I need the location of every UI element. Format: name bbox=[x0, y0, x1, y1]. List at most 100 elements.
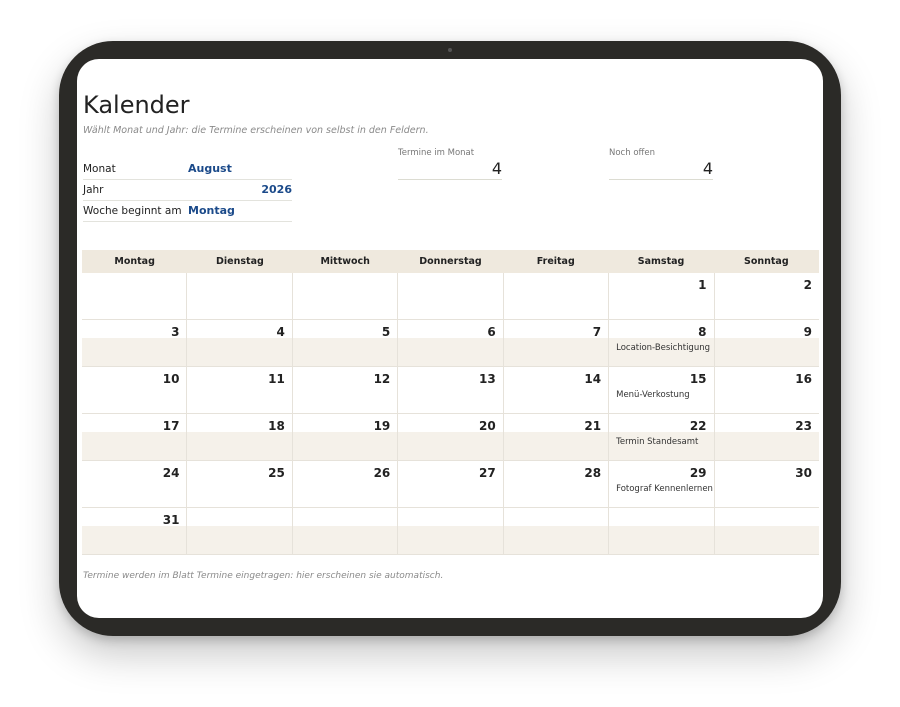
day-number: 30 bbox=[795, 466, 812, 480]
appointment-label[interactable]: Termin Standesamt bbox=[616, 437, 698, 447]
calendar-day-cell[interactable]: 28 bbox=[503, 461, 610, 508]
calendar-day-cell[interactable]: 4 bbox=[187, 320, 293, 367]
footer-note: Termine werden im Blatt Termine eingetra… bbox=[83, 571, 444, 581]
day-cell-band bbox=[504, 291, 608, 319]
day-number: 3 bbox=[171, 325, 180, 339]
open-label: Noch offen bbox=[609, 148, 655, 158]
calendar-week-row: 17 18 19 20 21 22 Termin Standesamt 23 bbox=[82, 414, 819, 461]
calendar-day-cell[interactable]: 3 bbox=[82, 320, 188, 367]
weekday-header-cell: Sonntag bbox=[744, 256, 789, 267]
calendar-day-cell[interactable] bbox=[714, 508, 819, 555]
open-count: 4 bbox=[609, 159, 713, 180]
calendar-day-cell[interactable] bbox=[609, 508, 715, 555]
calendar-body: 1 2 3 4 5 6 7 8 Location-Besichtigung 9 10 11 12 13 14… bbox=[82, 273, 819, 555]
calendar-day-cell[interactable] bbox=[503, 508, 610, 555]
day-cell-band bbox=[293, 479, 397, 507]
calendar-day-cell[interactable]: 11 bbox=[187, 367, 293, 414]
calendar-grid: Montag Dienstag Mittwoch Donnerstag Freitag S… bbox=[82, 250, 819, 555]
week-start-select[interactable]: Montag bbox=[188, 204, 235, 217]
day-number: 27 bbox=[478, 466, 496, 480]
calendar-day-cell[interactable] bbox=[292, 273, 399, 320]
day-number: 26 bbox=[373, 466, 391, 480]
calendar-day-cell[interactable]: 30 bbox=[714, 461, 819, 508]
day-number: 22 bbox=[689, 419, 707, 433]
day-cell-band bbox=[82, 432, 187, 460]
calendar-day-cell[interactable]: 2 bbox=[714, 273, 819, 320]
calendar-day-cell[interactable]: 17 bbox=[82, 414, 188, 461]
calendar-day-cell[interactable]: 7 bbox=[503, 320, 610, 367]
calendar-day-cell[interactable]: 26 bbox=[292, 461, 399, 508]
calendar-day-cell[interactable]: 9 bbox=[714, 320, 819, 367]
calendar-day-cell[interactable]: 14 bbox=[503, 367, 610, 414]
calendar-day-cell[interactable]: 18 bbox=[187, 414, 293, 461]
day-cell-band bbox=[292, 338, 398, 366]
calendar-day-cell[interactable] bbox=[398, 273, 504, 320]
calendar-day-cell[interactable] bbox=[187, 508, 293, 555]
day-number: 17 bbox=[162, 419, 180, 433]
calendar-day-cell[interactable]: 12 bbox=[292, 367, 399, 414]
calendar-day-cell[interactable]: 29 Fotograf Kennenlernen bbox=[609, 461, 715, 508]
calendar-day-cell[interactable]: 8 Location-Besichtigung bbox=[609, 320, 715, 367]
screen: Kalender Wählt Monat und Jahr: die Termi… bbox=[77, 59, 823, 618]
calendar-day-cell[interactable] bbox=[292, 508, 399, 555]
appointment-label[interactable]: Location-Besichtigung bbox=[616, 343, 710, 353]
calendar-day-cell[interactable]: 15 Menü-Verkostung bbox=[609, 367, 715, 414]
day-number: 7 bbox=[592, 325, 602, 339]
day-cell-band bbox=[187, 291, 291, 319]
day-cell-band bbox=[187, 338, 292, 366]
day-cell-band bbox=[82, 291, 186, 319]
calendar-day-cell[interactable]: 13 bbox=[398, 367, 504, 414]
day-number: 23 bbox=[795, 419, 812, 433]
month-select[interactable]: August bbox=[188, 162, 232, 175]
day-cell-band bbox=[398, 526, 503, 554]
calendar-day-cell[interactable]: 6 bbox=[398, 320, 504, 367]
day-cell-band bbox=[503, 338, 609, 366]
weekday-header: Montag Dienstag Mittwoch Donnerstag Freitag S… bbox=[82, 250, 819, 273]
day-cell-band bbox=[503, 432, 609, 460]
day-number: 31 bbox=[162, 513, 180, 527]
calendar-day-cell[interactable] bbox=[82, 273, 188, 320]
day-number: 24 bbox=[162, 466, 180, 480]
calendar-day-cell[interactable]: 20 bbox=[398, 414, 504, 461]
day-number: 9 bbox=[803, 325, 812, 339]
appointment-label[interactable]: Menü-Verkostung bbox=[616, 390, 690, 400]
day-number: 21 bbox=[584, 419, 602, 433]
calendar-week-row: 12 bbox=[82, 273, 819, 320]
calendar-day-cell[interactable]: 31 bbox=[82, 508, 188, 555]
page-subtitle: Wählt Monat und Jahr: die Termine ersche… bbox=[83, 125, 429, 136]
weekday-header-cell: Samstag bbox=[637, 256, 685, 267]
day-number: 25 bbox=[268, 466, 285, 480]
day-cell-band bbox=[714, 526, 819, 554]
calendar-day-cell[interactable]: 16 bbox=[714, 367, 819, 414]
day-cell-band bbox=[292, 526, 398, 554]
day-cell-band bbox=[293, 385, 397, 413]
year-input[interactable]: 2026 bbox=[261, 183, 292, 196]
calendar-day-cell[interactable] bbox=[503, 273, 610, 320]
calendar-day-cell[interactable]: 1 bbox=[609, 273, 715, 320]
calendar-day-cell[interactable]: 24 bbox=[82, 461, 188, 508]
calendar-day-cell[interactable] bbox=[398, 508, 504, 555]
calendar-day-cell[interactable]: 5 bbox=[292, 320, 399, 367]
calendar-day-cell[interactable]: 22 Termin Standesamt bbox=[609, 414, 715, 461]
day-cell-band bbox=[504, 385, 608, 413]
day-number: 11 bbox=[268, 372, 285, 386]
day-cell-band bbox=[609, 526, 714, 554]
weekday-header-cell: Dienstag bbox=[216, 256, 264, 267]
calendar-week-row: 31 bbox=[82, 508, 819, 555]
calendar-day-cell[interactable]: 25 bbox=[187, 461, 293, 508]
week-start-field-row: Woche beginnt am Montag bbox=[83, 201, 292, 222]
appointment-label[interactable]: Fotograf Kennenlernen bbox=[616, 484, 713, 494]
calendar-day-cell[interactable] bbox=[187, 273, 293, 320]
day-cell-band bbox=[714, 338, 819, 366]
calendar-day-cell[interactable]: 27 bbox=[398, 461, 504, 508]
calendar-day-cell[interactable]: 19 bbox=[292, 414, 399, 461]
day-number: 10 bbox=[162, 372, 180, 386]
day-cell-band bbox=[292, 432, 398, 460]
calendar-day-cell[interactable]: 21 bbox=[503, 414, 610, 461]
day-cell-band bbox=[715, 385, 819, 413]
calendar-day-cell[interactable]: 23 bbox=[714, 414, 819, 461]
day-number: 4 bbox=[276, 325, 285, 339]
appointments-count: 4 bbox=[398, 159, 502, 180]
page-title: Kalender bbox=[83, 91, 190, 119]
calendar-day-cell[interactable]: 10 bbox=[82, 367, 188, 414]
